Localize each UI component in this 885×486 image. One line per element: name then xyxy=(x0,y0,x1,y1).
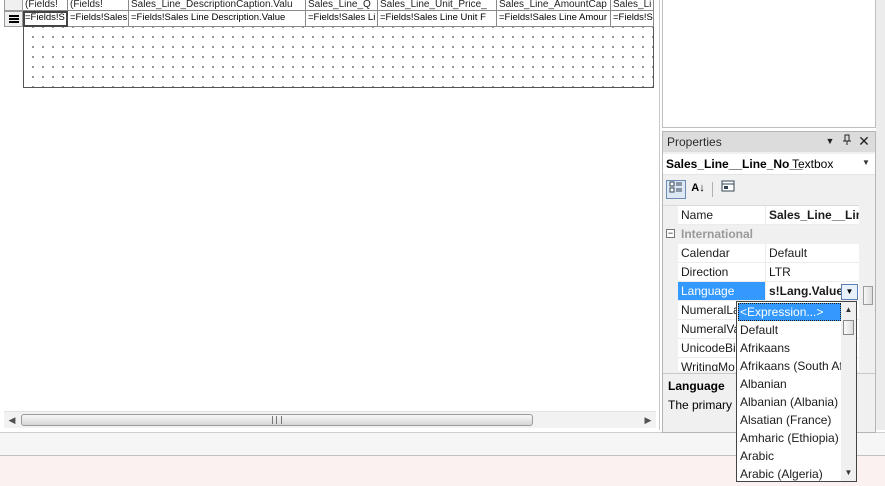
detail-cell-selected[interactable]: =Fields!S xyxy=(23,11,68,27)
property-name: Name xyxy=(678,206,766,225)
category-international[interactable]: − International xyxy=(663,225,859,244)
property-row-direction[interactable]: Direction LTR xyxy=(663,263,859,282)
expander-minus-icon[interactable]: − xyxy=(666,229,675,238)
header-cell[interactable]: Sales_Line_Q xyxy=(306,0,378,11)
detail-cell[interactable]: =Fields!Sales Li xyxy=(306,11,378,27)
header-cell[interactable]: Sales_Line_Unit_Price_ xyxy=(378,0,497,11)
tool-window-panel xyxy=(662,0,876,128)
language-option[interactable]: Amharic (Ethiopia) xyxy=(738,429,841,447)
property-name: Direction xyxy=(678,263,766,282)
language-option[interactable]: Default xyxy=(738,321,841,339)
header-cell[interactable]: Sales_Line_AmountCap xyxy=(497,0,611,11)
pin-icon[interactable] xyxy=(840,134,854,148)
properties-toolbar: A↓ xyxy=(663,179,875,201)
language-list-scrollbar[interactable]: ▲ ▼ xyxy=(841,302,856,481)
detail-cell[interactable]: =Fields!S xyxy=(611,11,654,27)
header-row-handle[interactable] xyxy=(4,0,23,11)
detail-cell[interactable]: =Fields!Sales xyxy=(68,11,129,27)
chevron-down-icon[interactable]: ▼ xyxy=(862,158,870,167)
window-options-chevron-down-icon[interactable]: ▼ xyxy=(823,134,837,148)
properties-title-bar: Properties ▼ ✕ xyxy=(663,132,875,152)
detail-row-handle[interactable] xyxy=(4,11,23,27)
horizontal-scrollbar[interactable]: ◀ ▶ xyxy=(4,411,656,428)
property-value[interactable]: Default xyxy=(766,244,859,263)
description-title: Language xyxy=(668,379,725,393)
property-grid-scrollbar[interactable] xyxy=(861,205,875,371)
right-edge-scrollbar[interactable] xyxy=(876,0,885,430)
language-option[interactable]: Albanian (Albania) xyxy=(738,393,841,411)
detail-cell[interactable]: =Fields!Sales Line Amour xyxy=(497,11,611,27)
property-row-language[interactable]: Language s!Lang.Value) ▼ xyxy=(663,282,859,301)
toolbar-separator xyxy=(712,182,713,197)
detail-cell[interactable]: =Fields!Sales Line Unit F xyxy=(378,11,497,27)
property-value[interactable]: Sales_Line__Line xyxy=(766,206,859,225)
category-label: International xyxy=(678,225,859,244)
language-dropdown-list[interactable]: <Expression...> Default Afrikaans Afrika… xyxy=(736,301,857,482)
object-name: Sales_Line__Line_No__ xyxy=(666,157,803,171)
menu-icon xyxy=(8,15,19,23)
categorized-icon[interactable] xyxy=(666,180,686,199)
report-designer-window: (Fields! (Fields! Sales_Line_Description… xyxy=(0,0,885,486)
language-option[interactable]: Afrikaans xyxy=(738,339,841,357)
scroll-right-icon[interactable]: ▶ xyxy=(640,412,656,429)
header-cell[interactable]: Sales_Line_DescriptionCaption.Valu xyxy=(129,0,306,11)
object-selector[interactable]: Sales_Line__Line_No__ Textbox ▼ xyxy=(663,154,875,175)
property-name: Language xyxy=(678,282,766,301)
property-row-name[interactable]: Name Sales_Line__Line xyxy=(663,206,859,225)
property-value[interactable]: LTR xyxy=(766,263,859,282)
scroll-down-icon[interactable]: ▼ xyxy=(841,465,856,481)
property-row-calendar[interactable]: Calendar Default xyxy=(663,244,859,263)
language-dropdown-chevron-down-icon[interactable]: ▼ xyxy=(841,284,858,300)
report-design-surface: (Fields! (Fields! Sales_Line_Description… xyxy=(0,0,660,430)
language-list-scroll-thumb[interactable] xyxy=(843,320,854,335)
header-cell[interactable]: Sales_Li xyxy=(611,0,654,11)
header-cell[interactable]: (Fields! xyxy=(68,0,129,11)
tablix-header-row: (Fields! (Fields! Sales_Line_Description… xyxy=(23,0,654,11)
scroll-up-icon[interactable]: ▲ xyxy=(841,302,856,318)
language-option[interactable]: Arabic (Algeria) xyxy=(738,465,841,481)
language-option[interactable]: <Expression...> xyxy=(738,303,841,321)
horizontal-scroll-thumb[interactable] xyxy=(21,414,533,426)
tablix: (Fields! (Fields! Sales_Line_Description… xyxy=(23,0,654,27)
description-text: The primary xyxy=(668,398,733,412)
property-name: Calendar xyxy=(678,244,766,263)
close-icon[interactable]: ✕ xyxy=(857,134,871,148)
properties-title: Properties xyxy=(667,135,722,149)
scroll-left-icon[interactable]: ◀ xyxy=(4,412,20,429)
language-option[interactable]: Afrikaans (South Af xyxy=(738,357,841,375)
header-cell[interactable]: (Fields! xyxy=(23,0,68,11)
language-option[interactable]: Arabic xyxy=(738,447,841,465)
property-grid-scroll-thumb[interactable] xyxy=(863,286,873,305)
detail-cell[interactable]: =Fields!Sales Line Description.Value xyxy=(129,11,306,27)
alphabetical-icon[interactable]: A↓ xyxy=(688,180,708,199)
object-type: Textbox xyxy=(792,157,834,171)
language-option[interactable]: Albanian xyxy=(738,375,841,393)
grip-icon xyxy=(272,416,282,424)
property-pages-icon[interactable] xyxy=(718,180,738,199)
language-option[interactable]: Alsatian (France) xyxy=(738,411,841,429)
tablix-detail-row: =Fields!S =Fields!Sales =Fields!Sales Li… xyxy=(23,11,654,27)
